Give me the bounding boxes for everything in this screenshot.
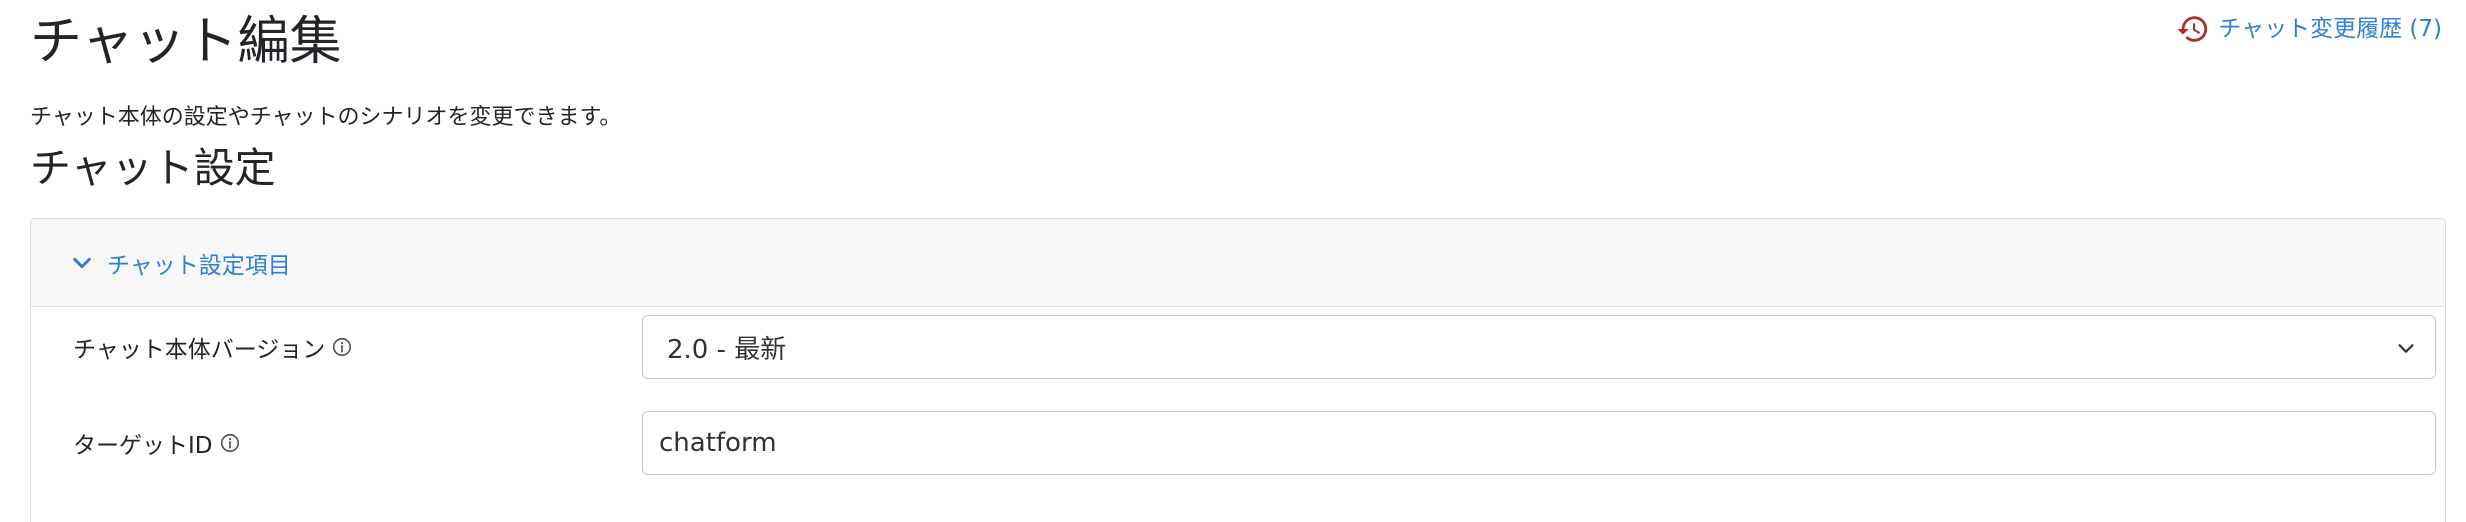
section-title: チャット設定 xyxy=(30,144,276,192)
info-icon[interactable] xyxy=(331,336,353,358)
page-description: チャット本体の設定やチャットのシナリオを変更できます。 xyxy=(30,105,622,130)
version-label: チャット本体バージョン xyxy=(73,330,353,364)
target-id-input[interactable] xyxy=(642,411,2436,475)
history-icon xyxy=(2176,12,2210,46)
target-id-label-text: ターゲットID xyxy=(73,433,213,459)
target-id-label: ターゲットID xyxy=(73,426,241,460)
card-header-label: チャット設定項目 xyxy=(107,252,291,279)
version-select[interactable]: 2.0 - 最新 xyxy=(642,315,2436,379)
page-title: チャット編集 xyxy=(30,12,342,72)
chevron-down-icon xyxy=(71,252,93,274)
chat-settings-card: チャット設定項目 チャット本体バージョン 2.0 - 最新 ターゲットID ch… xyxy=(30,218,2446,522)
chat-settings-toggle[interactable]: チャット設定項目 xyxy=(31,219,2445,307)
chevron-down-icon xyxy=(2395,336,2417,358)
chat-history-link[interactable]: チャット変更履歴 (7) xyxy=(2176,12,2442,46)
info-icon[interactable] xyxy=(219,432,241,454)
chat-edit-page: チャット編集 チャット変更履歴 (7) チャット本体の設定やチャットのシナリオを… xyxy=(0,0,2466,522)
version-label-text: チャット本体バージョン xyxy=(73,337,326,363)
chat-history-label: チャット変更履歴 (7) xyxy=(2218,16,2442,42)
version-select-value: 2.0 - 最新 xyxy=(667,334,787,365)
